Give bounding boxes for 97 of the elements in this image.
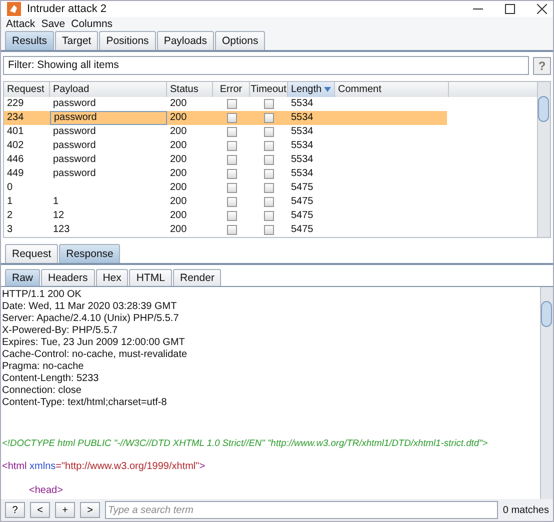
table-cell-text: 5534 bbox=[290, 153, 314, 167]
close-icon[interactable] bbox=[537, 4, 547, 14]
table-row[interactable]: 402 password 200 5534 bbox=[4, 139, 537, 153]
column-header[interactable]: Error bbox=[213, 82, 250, 97]
table-row[interactable]: 449 password 200 5534 bbox=[4, 167, 537, 181]
tab[interactable]: HTML bbox=[129, 269, 172, 286]
help-button[interactable]: ? bbox=[533, 56, 551, 74]
scrollbar[interactable] bbox=[537, 82, 550, 237]
table-cell-text: 200 bbox=[169, 209, 188, 223]
search-nav-button[interactable]: > bbox=[80, 502, 100, 518]
table-cell-text: 1 bbox=[6, 195, 14, 209]
head-tag-line: <head> bbox=[28, 485, 64, 497]
table-cell-text: 200 bbox=[169, 195, 188, 209]
response-line: X-Powered-By: PHP/5.5.7 bbox=[2, 325, 119, 337]
table-cell-text: 200 bbox=[169, 139, 188, 153]
response-line: HTTP/1.1 200 OK bbox=[2, 289, 82, 301]
column-header[interactable]: Payload bbox=[50, 82, 167, 97]
table-cell-text: 200 bbox=[169, 181, 188, 195]
filter-bar[interactable]: Filter: Showing all items bbox=[3, 56, 529, 75]
tab[interactable]: Results bbox=[5, 31, 54, 50]
table-cell-text: 2 bbox=[6, 209, 14, 223]
column-header[interactable]: Length bbox=[288, 82, 335, 97]
table-cell-text: 5475 bbox=[290, 181, 314, 195]
table-cell-text: 5475 bbox=[290, 209, 314, 223]
tab[interactable]: Hex bbox=[96, 269, 128, 286]
search-nav-button[interactable]: < bbox=[30, 502, 50, 518]
response-line: Content-Length: 5233 bbox=[2, 373, 100, 385]
doctype-line: <!DOCTYPE html PUBLIC "-//W3C//DTD XHTML 1.0 Strict//EN" "http://www.w3.org/TR/xhtml1/DTD/xhtml1-strict.dtd"> bbox=[2, 437, 489, 449]
response-line: Server: Apache/2.4.10 (Unix) PHP/5.5.7 bbox=[2, 313, 180, 325]
table-cell-text: 5534 bbox=[290, 139, 314, 153]
html-tag-line: <html xmlns="http://www.w3.org/1999/xhtml"> bbox=[2, 461, 206, 473]
table-row[interactable]: 229 password 200 5534 bbox=[4, 97, 537, 111]
table-cell-text: 3 bbox=[6, 223, 14, 237]
table-row[interactable]: 0 200 5475 bbox=[4, 181, 537, 195]
window-title: Intruder attack 2 bbox=[27, 2, 106, 15]
table-row[interactable]: 401 password 200 5534 bbox=[4, 125, 537, 139]
tab[interactable]: Options bbox=[215, 31, 266, 50]
table-cell-text: 5475 bbox=[290, 195, 314, 209]
response-line: Date: Wed, 11 Mar 2020 03:28:39 GMT bbox=[2, 301, 178, 313]
table-cell-text: 200 bbox=[169, 125, 188, 139]
table-cell-text: 200 bbox=[169, 223, 188, 237]
table-cell-text: 402 bbox=[6, 139, 25, 153]
tab[interactable]: Payloads bbox=[156, 31, 214, 50]
table-cell-text: 200 bbox=[169, 111, 188, 125]
menu-item[interactable]: Save bbox=[41, 18, 66, 30]
tab[interactable]: Positions bbox=[99, 31, 156, 50]
search-nav-button[interactable]: + bbox=[55, 502, 75, 518]
table-cell-text: 449 bbox=[6, 167, 25, 181]
table-cell: password bbox=[50, 111, 167, 125]
table-cell-text: 5534 bbox=[290, 97, 314, 111]
table-cell-text: 200 bbox=[169, 167, 188, 181]
column-header[interactable]: Status bbox=[167, 82, 213, 97]
table-row[interactable]: 446 password 200 5534 bbox=[4, 153, 537, 167]
column-header[interactable]: Request bbox=[4, 82, 50, 97]
table-cell-text: password bbox=[52, 97, 97, 111]
menu-item[interactable]: Columns bbox=[71, 18, 113, 30]
tab[interactable]: Render bbox=[173, 269, 222, 286]
table-cell-text: 5534 bbox=[290, 167, 314, 181]
tab[interactable]: Raw bbox=[5, 269, 40, 286]
column-header[interactable]: Comment bbox=[335, 82, 449, 97]
table-cell-text: 5534 bbox=[290, 125, 314, 139]
table-cell-text: 5534 bbox=[290, 111, 314, 125]
table-cell-text: 5475 bbox=[290, 223, 314, 237]
table-cell-text: password bbox=[52, 125, 97, 139]
table-cell-text: 234 bbox=[6, 111, 25, 125]
search-field[interactable]: Type a search term bbox=[105, 501, 498, 519]
scrollbar[interactable] bbox=[540, 287, 553, 499]
table-cell-text: 446 bbox=[6, 153, 25, 167]
table-row[interactable]: 2 12 200 5475 bbox=[4, 209, 537, 223]
table-row[interactable]: 234 password 200 5534 bbox=[4, 111, 447, 125]
search-nav-button[interactable]: ? bbox=[5, 502, 25, 518]
table-cell-text: password bbox=[52, 139, 97, 153]
match-count: 0 matches bbox=[502, 504, 549, 516]
table-cell-text: password bbox=[52, 153, 97, 167]
response-line: Content-Type: text/html;charset=utf-8 bbox=[2, 397, 168, 409]
table-cell-text: 12 bbox=[52, 209, 66, 223]
tab[interactable]: Target bbox=[55, 31, 98, 50]
response-line: Cache-Control: no-cache, must-revalidate bbox=[2, 349, 188, 361]
table-row[interactable]: 1 1 200 5475 bbox=[4, 195, 537, 209]
table-cell-text: 401 bbox=[6, 125, 25, 139]
table-cell-text: password bbox=[52, 167, 97, 181]
response-line: Expires: Tue, 23 Jun 2009 12:00:00 GMT bbox=[2, 337, 186, 349]
table-cell-text: 123 bbox=[52, 223, 71, 237]
menu-item[interactable]: Attack bbox=[6, 18, 36, 30]
table-cell-text: 200 bbox=[169, 97, 188, 111]
table-cell-text: 1 bbox=[52, 195, 60, 209]
tab[interactable]: Request bbox=[5, 244, 58, 263]
response-line: Connection: close bbox=[2, 385, 82, 397]
response-line: Pragma: no-cache bbox=[2, 361, 85, 373]
table-row[interactable]: 3 123 200 5475 bbox=[4, 223, 537, 237]
tab[interactable]: Headers bbox=[41, 269, 95, 286]
tab[interactable]: Response bbox=[59, 244, 120, 263]
table-cell-text: 229 bbox=[6, 97, 25, 111]
table-cell-text: 200 bbox=[169, 153, 188, 167]
maximize-icon[interactable] bbox=[505, 4, 515, 14]
table-cell-text: 0 bbox=[6, 181, 14, 195]
sort-down-icon bbox=[324, 87, 331, 92]
